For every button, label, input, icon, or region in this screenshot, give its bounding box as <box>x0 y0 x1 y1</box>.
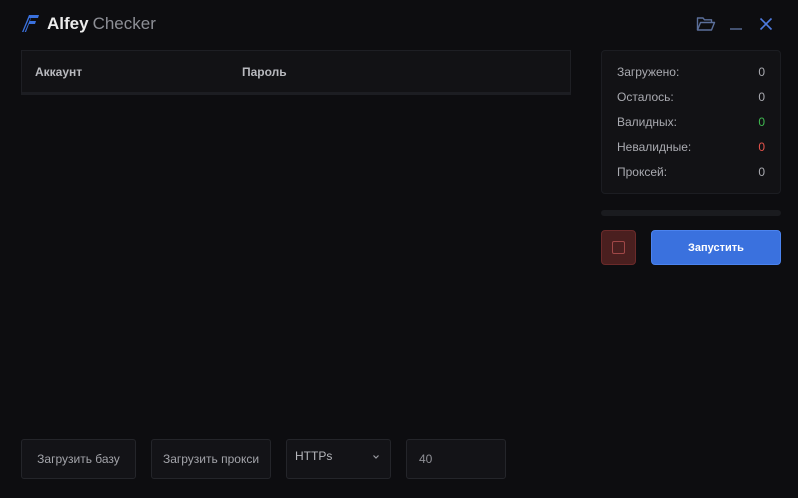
chevron-down-icon <box>373 455 379 459</box>
threads-input[interactable]: 40 <box>406 439 506 479</box>
proxy-type-select[interactable]: HTTPs <box>286 439 391 479</box>
stat-loaded: Загружено: 0 <box>617 65 765 81</box>
proxy-type-value: HTTPs <box>295 449 333 463</box>
start-button[interactable]: Запустить <box>651 230 781 265</box>
stat-remaining-value: 0 <box>758 90 765 104</box>
stats-panel: Загружено: 0 Осталось: 0 Валидных: 0 Нев… <box>601 50 781 194</box>
stop-button[interactable] <box>601 230 636 265</box>
stat-loaded-value: 0 <box>758 65 765 79</box>
app-title-subtitle: Checker <box>92 14 156 33</box>
stat-proxies-value: 0 <box>758 165 765 179</box>
stat-loaded-label: Загружено: <box>617 65 680 79</box>
stat-invalid: Невалидные: 0 <box>617 140 765 156</box>
stat-valid-value: 0 <box>758 115 765 129</box>
stat-proxies: Проксей: 0 <box>617 165 765 181</box>
load-proxy-button[interactable]: Загрузить прокси <box>151 439 271 479</box>
folder-open-icon <box>696 17 716 31</box>
column-header-account[interactable]: Аккаунт <box>35 65 82 79</box>
column-header-password[interactable]: Пароль <box>242 65 287 79</box>
load-database-button[interactable]: Загрузить базу <box>21 439 136 479</box>
stat-valid-label: Валидных: <box>617 115 677 129</box>
logo-icon <box>22 15 39 33</box>
stat-invalid-label: Невалидные: <box>617 140 692 154</box>
app-title-brand: Alfey <box>47 14 89 33</box>
open-folder-button[interactable] <box>694 12 718 36</box>
close-icon <box>759 17 773 31</box>
stat-invalid-value: 0 <box>758 140 765 154</box>
progress-bar <box>601 210 781 216</box>
accounts-table[interactable]: Аккаунт Пароль <box>21 50 571 95</box>
stop-icon <box>612 241 625 254</box>
app-title: Alfey Checker <box>47 13 156 35</box>
stat-remaining: Осталось: 0 <box>617 90 765 106</box>
app-window: Alfey Checker Аккаунт Пароль Загружено: 0… <box>0 0 798 498</box>
minimize-button[interactable] <box>724 12 748 36</box>
minimize-icon <box>730 28 742 30</box>
stat-proxies-label: Проксей: <box>617 165 668 179</box>
stat-valid: Валидных: 0 <box>617 115 765 131</box>
close-button[interactable] <box>754 12 778 36</box>
stat-remaining-label: Осталось: <box>617 90 674 104</box>
